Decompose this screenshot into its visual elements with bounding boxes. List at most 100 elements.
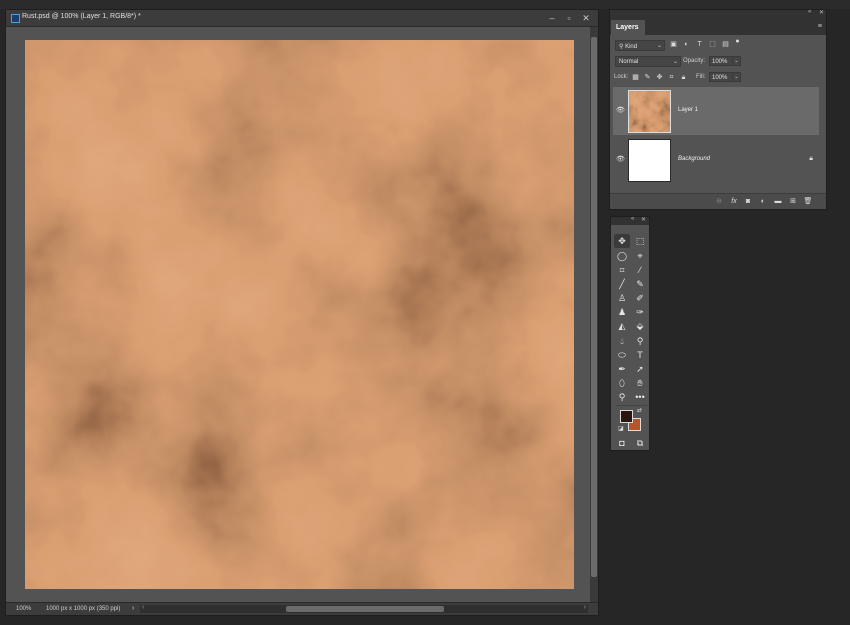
lock-row: Lock: ▦ ✎ ✥ ⌗ 🔒︎ Fill: 100% ⌄ <box>610 71 826 85</box>
close-button[interactable]: ✕ <box>579 11 593 25</box>
clone-stamp-tool-icon[interactable]: ♙ <box>614 291 630 305</box>
quick-mask-icon[interactable]: ◘ <box>614 436 630 450</box>
scroll-right-icon[interactable]: › <box>584 604 586 611</box>
fill-input[interactable]: 100% <box>709 72 733 82</box>
collapse-tools-icon[interactable]: « <box>631 216 634 222</box>
default-colors-icon[interactable]: ◪ <box>618 425 624 432</box>
filter-row: ⚲ Kind ⌄ ▣ ◐ T ⬚ ▤ ● <box>610 38 826 52</box>
document-titlebar[interactable]: Rust.psd @ 100% (Layer 1, RGB/8*) * – ▫ … <box>6 10 598 27</box>
pen-tool-icon[interactable]: 💧︎ <box>614 334 630 348</box>
fill-slider-chevron-icon[interactable]: ⌄ <box>732 72 741 82</box>
filter-kind-dropdown[interactable]: ⚲ Kind ⌄ <box>615 40 665 51</box>
opacity-input[interactable]: 100% <box>709 56 733 66</box>
layer-lock-icon[interactable]: 🔒︎ <box>809 155 813 163</box>
chevron-down-icon: ⌄ <box>656 43 662 49</box>
visibility-eye-icon[interactable]: 👁︎ <box>616 106 625 115</box>
document-info: 1000 px x 1000 px (350 ppi) <box>46 606 121 612</box>
scroll-left-icon[interactable]: ‹ <box>142 604 144 611</box>
rectangular-marquee-tool-icon[interactable]: ⬚ <box>632 234 648 248</box>
quick-selection-tool-icon[interactable]: ⌖ <box>632 249 648 263</box>
new-layer-icon[interactable]: ⊞ <box>788 197 798 207</box>
adjustment-filter-icon[interactable]: ◐ <box>682 40 691 49</box>
close-panel-icon[interactable]: ✕ <box>819 9 824 16</box>
add-mask-icon[interactable]: ◙ <box>743 197 753 207</box>
foreground-color-swatch[interactable] <box>620 410 633 423</box>
trash-icon[interactable]: 🗑︎ <box>803 197 813 207</box>
dodge-tool-icon[interactable]: ⬙ <box>632 319 648 333</box>
horizontal-scrollbar[interactable]: ‹ › <box>140 604 588 613</box>
layers-panel-footer: ⊖ fx ◙ ◐ ▬ ⊞ 🗑︎ <box>610 193 826 209</box>
photoshop-workspace: Rust.psd @ 100% (Layer 1, RGB/8*) * – ▫ … <box>0 0 850 625</box>
eraser-tool-icon[interactable]: ♟ <box>614 305 630 319</box>
new-group-icon[interactable]: ▬ <box>773 197 783 207</box>
close-tools-icon[interactable]: ✕ <box>641 216 646 223</box>
adjustment-layer-icon[interactable]: ◐ <box>758 197 768 207</box>
canvas[interactable] <box>25 40 574 589</box>
rust-texture <box>25 40 574 589</box>
vertical-scrollbar[interactable] <box>590 27 598 603</box>
rectangle-shape-icon[interactable]: ⬭ <box>614 348 630 362</box>
panel-menu-icon[interactable]: ≡ <box>818 23 822 30</box>
visibility-eye-icon[interactable]: 👁︎ <box>616 155 625 164</box>
more-tools-icon[interactable]: ••• <box>632 390 648 404</box>
fill-label: Fill: <box>696 74 706 80</box>
crop-tool-icon[interactable]: ⌗ <box>614 263 630 277</box>
layer-name[interactable]: Background <box>678 156 710 162</box>
filter-kind-label: Kind <box>625 44 638 50</box>
status-menu-chevron-icon[interactable]: › <box>132 605 134 612</box>
opacity-label: Opacity: <box>683 58 706 64</box>
smart-object-filter-icon[interactable]: ▤ <box>721 40 730 49</box>
ellipse-tool-icon[interactable]: ⬯ <box>614 376 630 390</box>
layer-thumbnail-texture <box>629 91 670 132</box>
type-filter-icon[interactable]: T <box>695 40 704 49</box>
layer-row-background[interactable]: 👁︎ Background 🔒︎ <box>613 136 819 184</box>
path-selection-tool-icon[interactable]: ➚ <box>632 362 648 376</box>
layers-panel: « ✕ Layers ≡ ⚲ Kind ⌄ ▣ ◐ T ⬚ ▤ ● Normal… <box>609 9 827 210</box>
canvas-area[interactable] <box>6 27 591 603</box>
sponge-tool-icon[interactable]: ⚲ <box>632 334 648 348</box>
document-title: Rust.psd @ 100% (Layer 1, RGB/8*) * <box>22 13 141 20</box>
lock-position-icon[interactable]: ✥ <box>655 73 664 82</box>
thumbnail-clouds <box>629 91 670 132</box>
pen-tool-icon[interactable]: ✒ <box>614 362 630 376</box>
layer-thumbnail <box>628 90 671 133</box>
tools-panel: « ✕ ✥ ⬚ ◯ ⌖ ⌗ ⁄ ╱ ✎ ♙ ✐ ♟ ✑ ◭ ⬙ 💧︎ ⚲ ⬭ T… <box>610 216 650 451</box>
lock-artboard-icon[interactable]: ⌗ <box>667 73 676 82</box>
vertical-scroll-thumb[interactable] <box>591 37 597 577</box>
pixel-filter-icon[interactable]: ▣ <box>669 40 678 49</box>
lock-transparency-icon[interactable]: ▦ <box>631 73 640 82</box>
panel-header-strip: « ✕ <box>610 9 826 18</box>
paint-bucket-tool-icon[interactable]: ✑ <box>632 305 648 319</box>
lock-all-icon[interactable]: 🔒︎ <box>679 73 688 82</box>
zoom-tool-icon[interactable]: ⚲ <box>614 390 630 404</box>
maximize-button[interactable]: ▫ <box>562 11 576 25</box>
link-layers-icon[interactable]: ⊖ <box>714 197 724 207</box>
lasso-tool-icon[interactable]: ◯ <box>614 249 630 263</box>
type-tool-icon[interactable]: T <box>632 348 648 362</box>
hand-tool-icon[interactable]: ✋︎ <box>632 376 648 390</box>
collapse-panel-icon[interactable]: « <box>808 9 811 15</box>
healing-brush-tool-icon[interactable]: ╱ <box>614 277 630 291</box>
eyedropper-tool-icon[interactable]: ⁄ <box>632 263 648 277</box>
blur-tool-icon[interactable]: ◭ <box>614 319 630 333</box>
zoom-level[interactable]: 100% <box>16 606 31 612</box>
move-tool-icon[interactable]: ✥ <box>614 234 630 248</box>
tab-layers[interactable]: Layers <box>611 20 645 35</box>
brush-tool-icon[interactable]: ✎ <box>632 277 648 291</box>
top-strip <box>0 0 850 9</box>
layer-row-layer-1[interactable]: 👁︎ Layer 1 <box>613 87 819 135</box>
clouds-layer <box>25 40 574 589</box>
horizontal-scroll-thumb[interactable] <box>286 606 444 612</box>
layer-name[interactable]: Layer 1 <box>678 107 698 113</box>
history-brush-tool-icon[interactable]: ✐ <box>632 291 648 305</box>
minimize-button[interactable]: – <box>545 11 559 25</box>
swap-colors-icon[interactable]: ⇄ <box>637 407 642 414</box>
shape-filter-icon[interactable]: ⬚ <box>708 40 717 49</box>
lock-pixels-icon[interactable]: ✎ <box>643 73 652 82</box>
opacity-slider-chevron-icon[interactable]: ⌄ <box>732 56 741 66</box>
blend-mode-dropdown[interactable]: Normal ⌄ <box>615 56 681 67</box>
blend-mode-value: Normal <box>619 59 639 65</box>
filter-toggle-icon[interactable]: ● <box>733 37 742 46</box>
screen-mode-icon[interactable]: ⧉ <box>632 436 648 450</box>
fx-icon[interactable]: fx <box>729 197 739 207</box>
